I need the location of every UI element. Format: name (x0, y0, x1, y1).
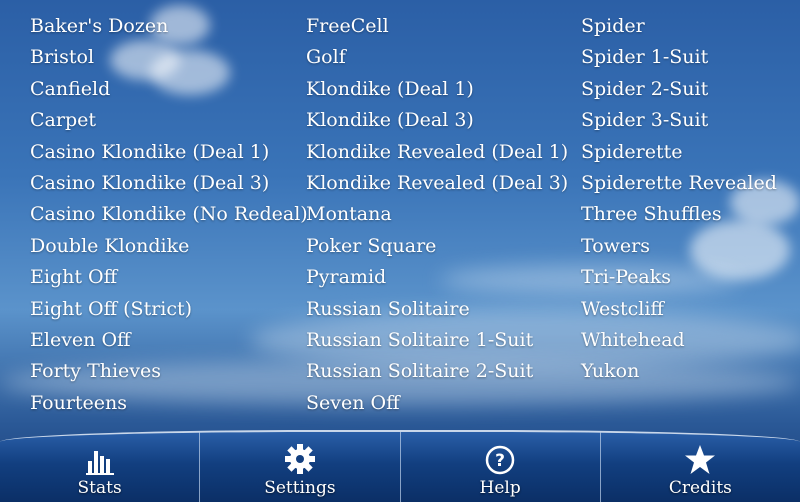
game-list-item[interactable]: Spiderette (581, 137, 777, 168)
game-list-item[interactable]: Yukon (581, 356, 777, 387)
game-list-column-3: Spider Spider 1-Suit Spider 2-Suit Spider 3… (581, 11, 777, 388)
game-list-item[interactable]: Westcliff (581, 294, 777, 325)
svg-text:?: ? (495, 451, 505, 471)
credits-label: Credits (668, 478, 732, 498)
game-list-column-1: Baker's Dozen Bristol Canfield Carpet Casino… (30, 11, 308, 419)
game-list-item[interactable]: Russian Solitaire 1-Suit (306, 325, 568, 356)
game-list-item[interactable]: FreeCell (306, 11, 568, 42)
question-circle-icon: ? (485, 445, 515, 475)
game-list-item[interactable]: Casino Klondike (No Redeal) (30, 199, 308, 230)
game-list-item[interactable]: Golf (306, 42, 568, 73)
gear-icon (284, 443, 316, 475)
game-list-column-2: FreeCell Golf Klondike (Deal 1) Klondike (D… (306, 11, 568, 419)
bottom-toolbar: Stats Settings ? Help Credits (0, 430, 800, 502)
settings-label: Settings (264, 478, 336, 498)
game-list-item[interactable]: Double Klondike (30, 231, 308, 262)
game-list-item[interactable]: Bristol (30, 42, 308, 73)
settings-button[interactable]: Settings (200, 432, 401, 502)
game-list-item[interactable]: Fourteens (30, 388, 308, 419)
stats-label: Stats (77, 478, 122, 498)
help-label: Help (479, 478, 521, 498)
bar-chart-icon (85, 447, 115, 475)
star-icon (684, 444, 716, 475)
game-list-item[interactable]: Whitehead (581, 325, 777, 356)
game-list-item[interactable]: Eight Off (Strict) (30, 294, 308, 325)
game-list-item[interactable]: Russian Solitaire (306, 294, 568, 325)
game-list-item[interactable]: Casino Klondike (Deal 3) (30, 168, 308, 199)
game-list-item[interactable]: Spiderette Revealed (581, 168, 777, 199)
credits-button[interactable]: Credits (601, 432, 800, 502)
game-list-item[interactable]: Klondike Revealed (Deal 1) (306, 137, 568, 168)
game-list-item[interactable]: Seven Off (306, 388, 568, 419)
game-list-item[interactable]: Pyramid (306, 262, 568, 293)
stats-button[interactable]: Stats (0, 432, 201, 502)
game-list-item[interactable]: Casino Klondike (Deal 1) (30, 137, 308, 168)
game-list-item[interactable]: Klondike (Deal 1) (306, 74, 568, 105)
game-list-item[interactable]: Klondike Revealed (Deal 3) (306, 168, 568, 199)
game-list-item[interactable]: Spider 1-Suit (581, 42, 777, 73)
game-list-item[interactable]: Carpet (30, 105, 308, 136)
game-list-item[interactable]: Eleven Off (30, 325, 308, 356)
game-list-item[interactable]: Tri-Peaks (581, 262, 777, 293)
game-list-item[interactable]: Three Shuffles (581, 199, 777, 230)
game-list-item[interactable]: Montana (306, 199, 568, 230)
game-list-item[interactable]: Canfield (30, 74, 308, 105)
game-list-item[interactable]: Spider (581, 11, 777, 42)
game-list-item[interactable]: Baker's Dozen (30, 11, 308, 42)
game-list-item[interactable]: Spider 3-Suit (581, 105, 777, 136)
game-list-item[interactable]: Klondike (Deal 3) (306, 105, 568, 136)
game-list-item[interactable]: Russian Solitaire 2-Suit (306, 356, 568, 387)
game-list-item[interactable]: Spider 2-Suit (581, 74, 777, 105)
game-list-item[interactable]: Poker Square (306, 231, 568, 262)
game-list-item[interactable]: Eight Off (30, 262, 308, 293)
help-button[interactable]: ? Help (401, 432, 601, 502)
game-list-item[interactable]: Towers (581, 231, 777, 262)
game-list-item[interactable]: Forty Thieves (30, 356, 308, 387)
